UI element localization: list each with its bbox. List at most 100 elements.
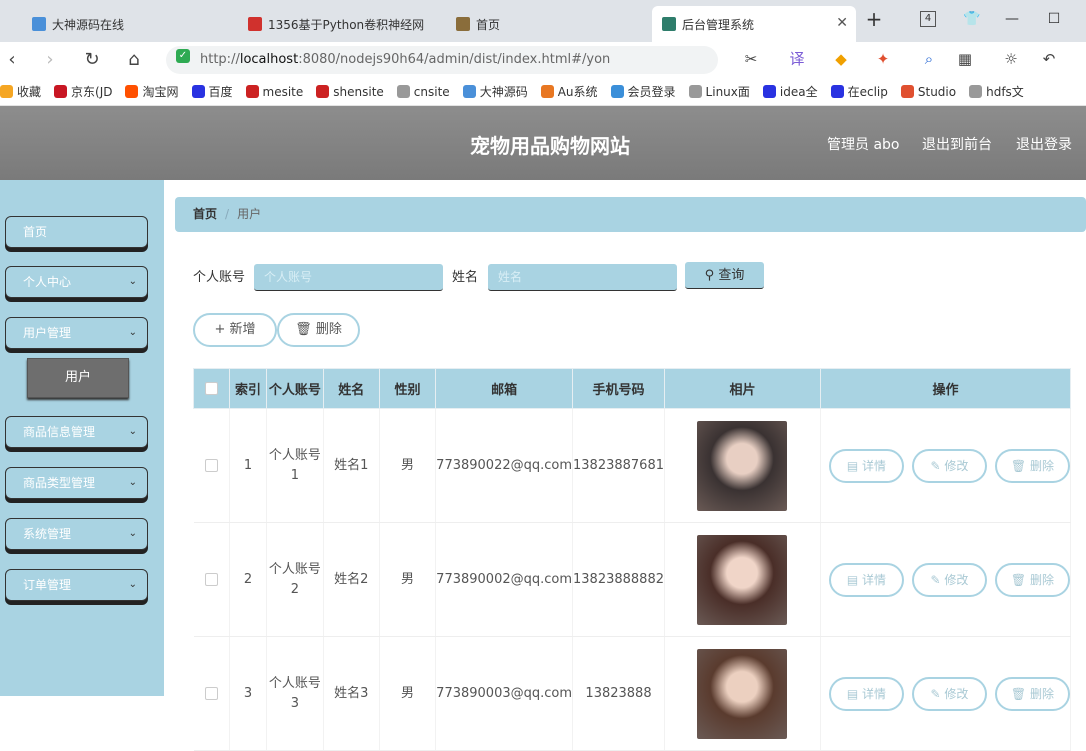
name-search-input[interactable] — [488, 264, 677, 291]
bookmark-item[interactable]: idea全 — [762, 83, 818, 100]
bookmark-item[interactable]: hdfs文 — [969, 83, 1024, 100]
actions-cell: ▤ 详情 ✎ 修改 🗑 删除 — [820, 522, 1072, 637]
breadcrumb-home[interactable]: 首页 — [193, 207, 217, 221]
document-icon: ▤ — [846, 458, 862, 473]
col-account: 个人账号 — [266, 368, 324, 409]
query-button[interactable]: ⚲ 查询 — [685, 262, 764, 289]
sidebar-item-profile[interactable]: 个人中心 ⌄ — [5, 266, 148, 298]
email-cell: 773890003@qq.com — [435, 636, 574, 751]
bookmarks-bar: 收藏 京东(JD 淘宝网 百度 mesite shensite cnsite 大神源码 Au系统… — [0, 78, 1086, 106]
bookmark-item[interactable]: 大神源码 — [462, 83, 528, 100]
table-header-row: 索引 个人账号 姓名 性别 邮箱 手机号码 相片 操作 — [193, 368, 1072, 409]
bookmark-icon — [54, 85, 68, 98]
bookmark-item[interactable]: 会员登录 — [610, 83, 676, 100]
add-button[interactable]: + 新增 — [193, 313, 277, 347]
sidebar-item-system[interactable]: 系统管理 ⌄ — [5, 518, 148, 550]
new-tab-button[interactable]: + — [862, 8, 886, 30]
bookmark-icon — [0, 85, 13, 98]
logout-link[interactable]: 退出登录 — [1016, 134, 1072, 154]
maximize-button[interactable]: ☐ — [1042, 8, 1066, 30]
photo-cell — [664, 408, 821, 523]
tab-close-icon[interactable]: ✕ — [836, 15, 848, 31]
bookmark-item[interactable]: 百度 — [191, 83, 233, 100]
detail-button[interactable]: ▤ 详情 — [828, 448, 904, 483]
bookmark-item[interactable]: shensite — [316, 85, 384, 99]
sidebar-item-product-types[interactable]: 商品类型管理 ⌄ — [5, 467, 148, 499]
bookmark-item[interactable]: Au系统 — [540, 83, 598, 100]
shield-icon[interactable]: ◆ — [830, 48, 852, 70]
select-cell[interactable] — [193, 522, 230, 637]
delete-button[interactable]: 🗑 删除 — [994, 448, 1070, 483]
undo-icon[interactable]: ↶ — [1038, 48, 1060, 70]
row-checkbox[interactable] — [204, 572, 218, 586]
user-photo — [697, 420, 788, 511]
url-field[interactable]: http://localhost:8080/nodejs90h64/admin/… — [166, 46, 718, 74]
bookmark-item[interactable]: Studio — [900, 85, 956, 99]
browser-tab-3[interactable]: 首页 — [446, 6, 646, 42]
back-icon[interactable]: ‹ — [0, 48, 24, 72]
browser-tab-2[interactable]: 1356基于Python卷积神经网 — [238, 6, 438, 42]
detail-button[interactable]: ▤ 详情 — [828, 676, 904, 711]
translate-icon[interactable]: 译 — [786, 48, 808, 70]
bookmark-item[interactable]: cnsite — [396, 85, 450, 99]
user-photo — [697, 648, 788, 739]
edit-button[interactable]: ✎ 修改 — [911, 448, 987, 483]
account-cell: 个人账号1 — [266, 408, 324, 523]
search-icon[interactable]: ⌕ — [918, 48, 940, 70]
select-all-checkbox[interactable] — [204, 382, 218, 395]
tab-count-button[interactable]: 4 — [920, 11, 936, 27]
cut-icon[interactable]: ✂ — [740, 48, 762, 70]
row-checkbox[interactable] — [204, 458, 218, 472]
home-icon[interactable]: ⌂ — [122, 48, 146, 72]
sidebar-item-products[interactable]: 商品信息管理 ⌄ — [5, 416, 148, 448]
bookmark-item[interactable]: 淘宝网 — [125, 83, 179, 100]
account-search-input[interactable] — [254, 264, 443, 291]
select-all-header[interactable] — [193, 368, 230, 409]
sidebar-subitem-user[interactable]: 用户 — [27, 358, 129, 398]
chevron-down-icon: ⌄ — [128, 426, 137, 437]
document-icon: ▤ — [846, 686, 862, 701]
browser-tab-active[interactable]: 后台管理系统 ✕ — [652, 6, 856, 42]
forward-icon[interactable]: › — [38, 48, 62, 72]
delete-button[interactable]: 🗑 删除 — [994, 562, 1070, 597]
chevron-down-icon: ⌄ — [128, 327, 137, 338]
chevron-down-icon: ⌄ — [128, 579, 137, 590]
phone-cell: 13823888 — [572, 636, 665, 751]
edit-button[interactable]: ✎ 修改 — [911, 562, 987, 597]
shirt-icon[interactable]: 👕 — [960, 8, 984, 30]
bookmark-icon — [245, 85, 259, 98]
bookmark-item[interactable]: mesite — [245, 85, 303, 99]
plus-icon: + — [214, 322, 230, 337]
brightness-icon[interactable]: ☼ — [1000, 48, 1022, 70]
back-to-front-link[interactable]: 退出到前台 — [922, 134, 992, 154]
name-cell: 姓名1 — [323, 408, 380, 523]
bookmark-item[interactable]: Linux面 — [688, 83, 750, 100]
bookmark-item[interactable]: 京东(JD — [54, 83, 112, 100]
photo-cell — [664, 636, 821, 751]
delete-button[interactable]: 🗑 删除 — [994, 676, 1070, 711]
sidebar-item-home[interactable]: 首页 — [5, 216, 148, 248]
detail-button[interactable]: ▤ 详情 — [828, 562, 904, 597]
browser-tab-1[interactable]: 大神源码在线 — [22, 6, 230, 42]
chevron-down-icon: ⌄ — [128, 528, 137, 539]
minimize-button[interactable]: — — [1000, 8, 1024, 30]
grid-icon[interactable]: ▦ — [954, 48, 976, 70]
reload-icon[interactable]: ↻ — [80, 48, 104, 72]
admin-user: 管理员 abo — [827, 137, 900, 153]
edit-button[interactable]: ✎ 修改 — [911, 676, 987, 711]
bookmark-item[interactable]: 在eclip — [830, 83, 888, 100]
sidebar-item-orders[interactable]: 订单管理 ⌄ — [5, 569, 148, 601]
select-cell[interactable] — [193, 636, 230, 751]
batch-delete-button[interactable]: 🗑 删除 — [277, 313, 360, 347]
search-icon: ⚲ — [704, 268, 719, 283]
row-checkbox[interactable] — [204, 686, 218, 700]
col-gender: 性别 — [378, 368, 437, 409]
bookmark-item[interactable]: 收藏 — [0, 83, 41, 100]
phone-cell: 13823888882 — [572, 522, 665, 637]
secure-icon: ✓ — [176, 49, 190, 63]
email-cell: 773890002@qq.com — [435, 522, 574, 637]
sidebar-item-users[interactable]: 用户管理 ⌄ — [5, 317, 148, 349]
game-icon[interactable]: ✦ — [872, 48, 894, 70]
gender-cell: 男 — [379, 636, 437, 751]
select-cell[interactable] — [193, 408, 230, 523]
